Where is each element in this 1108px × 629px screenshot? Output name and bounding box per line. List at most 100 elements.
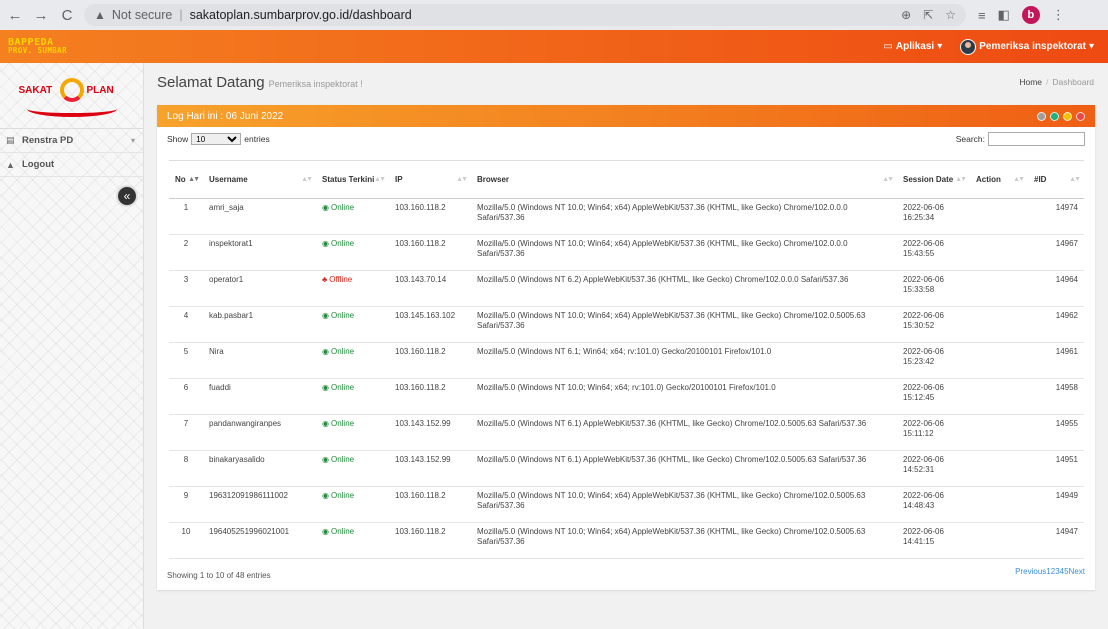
cell-username: fuaddi	[203, 378, 316, 415]
cell-action	[970, 522, 1028, 559]
cell-status: ◉ Online	[316, 486, 389, 523]
sidebar-item-label: Logout	[22, 159, 55, 170]
online-status-icon: ◉	[322, 311, 329, 320]
cell-browser: Mozilla/5.0 (Windows NT 10.0; Win64; x64…	[471, 198, 897, 235]
cell-id: 14955	[1028, 414, 1084, 451]
sort-icon: ▲▼	[882, 176, 894, 183]
cell-action	[970, 414, 1028, 451]
brand-logo[interactable]: BAPPEDA PROV. SUMBAR	[8, 37, 67, 55]
cell-action	[970, 306, 1028, 343]
col-header-action[interactable]: Action ▲▼	[970, 160, 1028, 199]
zoom-icon[interactable]: ⊕	[901, 8, 911, 22]
table-header-row: No ▲▼ Username ▲▼ Status Terkini ▲▼ IP ▲▼ Br…	[169, 160, 1084, 199]
cell-no: 1	[169, 198, 203, 235]
cell-id: 14951	[1028, 450, 1084, 487]
log-table-body: 1 amri_saja ◉ Online 103.160.118.2 Mozilla/5.…	[169, 198, 1084, 559]
sidebar-item-label: Renstra PD	[22, 135, 74, 146]
col-header-status[interactable]: Status Terkini ▲▼	[316, 160, 389, 199]
user-menu[interactable]: Pemeriksa inspektorat ▾	[960, 38, 1094, 55]
cell-browser: Mozilla/5.0 (Windows NT 6.2) AppleWebKit…	[471, 270, 897, 307]
user-avatar	[960, 38, 977, 55]
online-status-icon: ◉	[322, 491, 329, 500]
cell-username: inspektorat1	[203, 234, 316, 271]
reload-icon[interactable]: C	[56, 4, 78, 26]
cell-status: ◉ Online	[316, 306, 389, 343]
breadcrumb-current: Dashboard	[1052, 77, 1094, 87]
sort-icon: ▲▼	[374, 176, 386, 183]
log-panel-header: Log Hari ini : 06 Juni 2022	[157, 105, 1095, 127]
cell-ip: 103.160.118.2	[389, 234, 471, 271]
table-controls: Show 10 entries Search:	[157, 127, 1095, 151]
cell-session-date: 2022-06-06 14:52:31	[897, 450, 970, 487]
online-status-icon: ◉	[322, 203, 329, 212]
col-header-ip[interactable]: IP ▲▼	[389, 160, 471, 199]
playlist-icon[interactable]: ≡	[978, 8, 986, 23]
browser-menu-icon[interactable]: ⋮	[1052, 7, 1065, 23]
cell-status: ◉ Online	[316, 414, 389, 451]
lock-icon: ▲	[6, 159, 15, 170]
cell-status: ◉ Online	[316, 198, 389, 235]
sidebar-item-renstra[interactable]: ▤ Renstra PD ▾	[0, 129, 143, 153]
cell-username: kab.pasbar1	[203, 306, 316, 343]
cell-no: 7	[169, 414, 203, 451]
cell-status: ◉ Online	[316, 342, 389, 379]
sidebar-collapse-button[interactable]: «	[116, 185, 138, 207]
col-header-username[interactable]: Username ▲▼	[203, 160, 316, 199]
browser-toolbar: ← → C ▲ Not secure | sakatoplan.sumbarpr…	[0, 0, 1108, 30]
caret-down-icon: ▾	[937, 41, 943, 52]
caret-down-icon: ▾	[1088, 41, 1094, 52]
table-row: 10 196405251996021001 ◉ Online 103.160.118.2…	[169, 522, 1084, 559]
cell-browser: Mozilla/5.0 (Windows NT 10.0; Win64; x64…	[471, 306, 897, 343]
col-header-id[interactable]: #ID ▲▼	[1028, 160, 1084, 199]
cell-session-date: 2022-06-06 16:25:34	[897, 198, 970, 235]
bookmark-star-icon[interactable]: ☆	[945, 8, 956, 22]
entries-length-select[interactable]: 10	[191, 133, 242, 145]
page-previous[interactable]: Previous	[1015, 567, 1046, 580]
search-input[interactable]	[988, 132, 1085, 146]
breadcrumb-home[interactable]: Home	[1019, 77, 1042, 87]
col-header-no[interactable]: No ▲▼	[169, 160, 203, 199]
panel-tool-minimize-icon[interactable]	[1063, 111, 1072, 121]
cell-username: binakaryasalido	[203, 450, 316, 487]
page-next[interactable]: Next	[1069, 567, 1085, 580]
cell-ip: 103.143.70.14	[389, 270, 471, 307]
sidebar-logo-box: SAKAT PLAN	[0, 63, 143, 129]
cell-username: pandanwangiranpes	[203, 414, 316, 451]
sidepanel-icon[interactable]: ◧	[998, 7, 1010, 23]
logo-text-right: PLAN	[86, 84, 114, 96]
profile-avatar[interactable]: b	[1021, 6, 1040, 24]
table-row: 9 196312091986111002 ◉ Online 103.160.118.2 M…	[169, 486, 1084, 523]
back-icon[interactable]: ←	[4, 4, 26, 26]
search-label: Search:	[955, 134, 985, 144]
address-separator: |	[179, 8, 183, 22]
online-status-icon: ◉	[322, 455, 329, 464]
sakatoplan-logo[interactable]: SAKAT PLAN	[13, 69, 131, 123]
sidebar: SAKAT PLAN ▤ Renstra PD ▾ ▲ Logout «	[0, 63, 144, 629]
panel-tool-refresh-icon[interactable]	[1050, 111, 1059, 121]
col-header-session-date[interactable]: Session Date ▲▼	[897, 160, 970, 199]
col-header-browser[interactable]: Browser ▲▼	[471, 160, 897, 199]
cell-action	[970, 270, 1028, 307]
cell-browser: Mozilla/5.0 (Windows NT 10.0; Win64; x64…	[471, 486, 897, 523]
cell-id: 14974	[1028, 198, 1084, 235]
forward-icon[interactable]: →	[30, 4, 52, 26]
cell-session-date: 2022-06-06 15:23:42	[897, 342, 970, 379]
sort-icon: ▲▼	[955, 176, 967, 183]
panel-tool-close-icon[interactable]	[1076, 111, 1085, 121]
cell-ip: 103.160.118.2	[389, 342, 471, 379]
share-icon[interactable]: ⇱	[923, 8, 933, 22]
table-row: 8 binakaryasalido ◉ Online 103.143.152.99 Moz…	[169, 450, 1084, 487]
cell-no: 10	[169, 522, 203, 559]
sidebar-item-logout[interactable]: ▲ Logout	[0, 153, 143, 177]
online-status-icon: ◉	[322, 383, 329, 392]
cell-id: 14961	[1028, 342, 1084, 379]
cell-session-date: 2022-06-06 15:11:12	[897, 414, 970, 451]
book-icon: ▤	[6, 135, 15, 145]
address-bar[interactable]: ▲ Not secure | sakatoplan.sumbarprov.go.…	[84, 4, 966, 26]
apps-menu[interactable]: ▭ Aplikasi ▾	[883, 41, 942, 52]
table-row: 6 fuaddi ◉ Online 103.160.118.2 Mozilla/5.0 (…	[169, 378, 1084, 415]
log-table: No ▲▼ Username ▲▼ Status Terkini ▲▼ IP ▲▼ Br…	[169, 160, 1084, 559]
cell-username: operator1	[203, 270, 316, 307]
cell-status: ♣ Offline	[316, 270, 389, 307]
panel-tool-config-icon[interactable]	[1037, 111, 1046, 121]
